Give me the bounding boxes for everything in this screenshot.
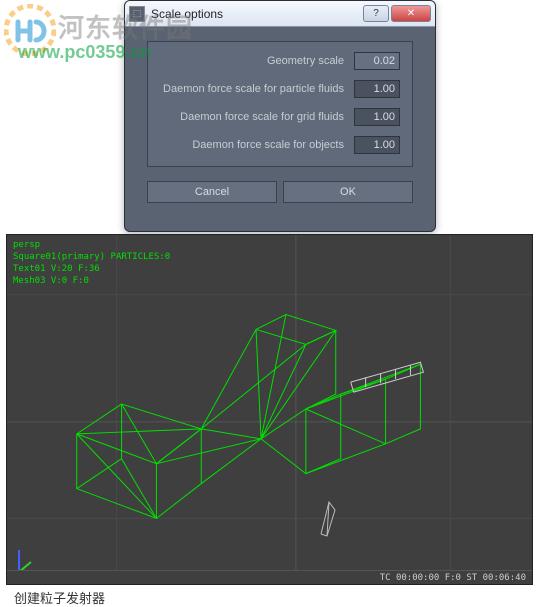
ok-button[interactable]: OK — [283, 181, 413, 203]
field-label: Daemon force scale for grid fluids — [180, 111, 344, 123]
field-grid-fluids: Daemon force scale for grid fluids — [160, 108, 400, 126]
field-objects: Daemon force scale for objects — [160, 136, 400, 154]
wireframe-mesh — [7, 235, 532, 584]
field-particle-fluids: Daemon force scale for particle fluids — [160, 80, 400, 98]
viewport-statusbar: TC 00:00:00 F:0 ST 00:06:40 — [7, 570, 532, 584]
particle-fluids-input[interactable] — [354, 80, 400, 98]
3d-viewport[interactable]: persp Square01(primary) PARTICLES:0 Text… — [6, 234, 533, 585]
field-geometry-scale: Geometry scale — [160, 52, 400, 70]
watermark-url: www.pc0359.cn — [18, 42, 151, 63]
field-label: Geometry scale — [267, 55, 344, 67]
field-label: Daemon force scale for particle fluids — [163, 83, 344, 95]
help-button[interactable]: ? — [363, 5, 389, 22]
cursor-arrow-icon — [315, 500, 339, 540]
geometry-scale-input[interactable] — [354, 52, 400, 70]
close-button[interactable]: ✕ — [391, 5, 431, 22]
fields-panel: Geometry scale Daemon force scale for pa… — [147, 41, 413, 167]
caption-text: 创建粒子发射器 — [14, 588, 105, 607]
cancel-button[interactable]: Cancel — [147, 181, 277, 203]
viewport-hud: persp Square01(primary) PARTICLES:0 Text… — [13, 239, 170, 287]
grid-fluids-input[interactable] — [354, 108, 400, 126]
watermark-text: 河东软件园 — [58, 8, 193, 45]
field-label: Daemon force scale for objects — [192, 139, 344, 151]
objects-input[interactable] — [354, 136, 400, 154]
